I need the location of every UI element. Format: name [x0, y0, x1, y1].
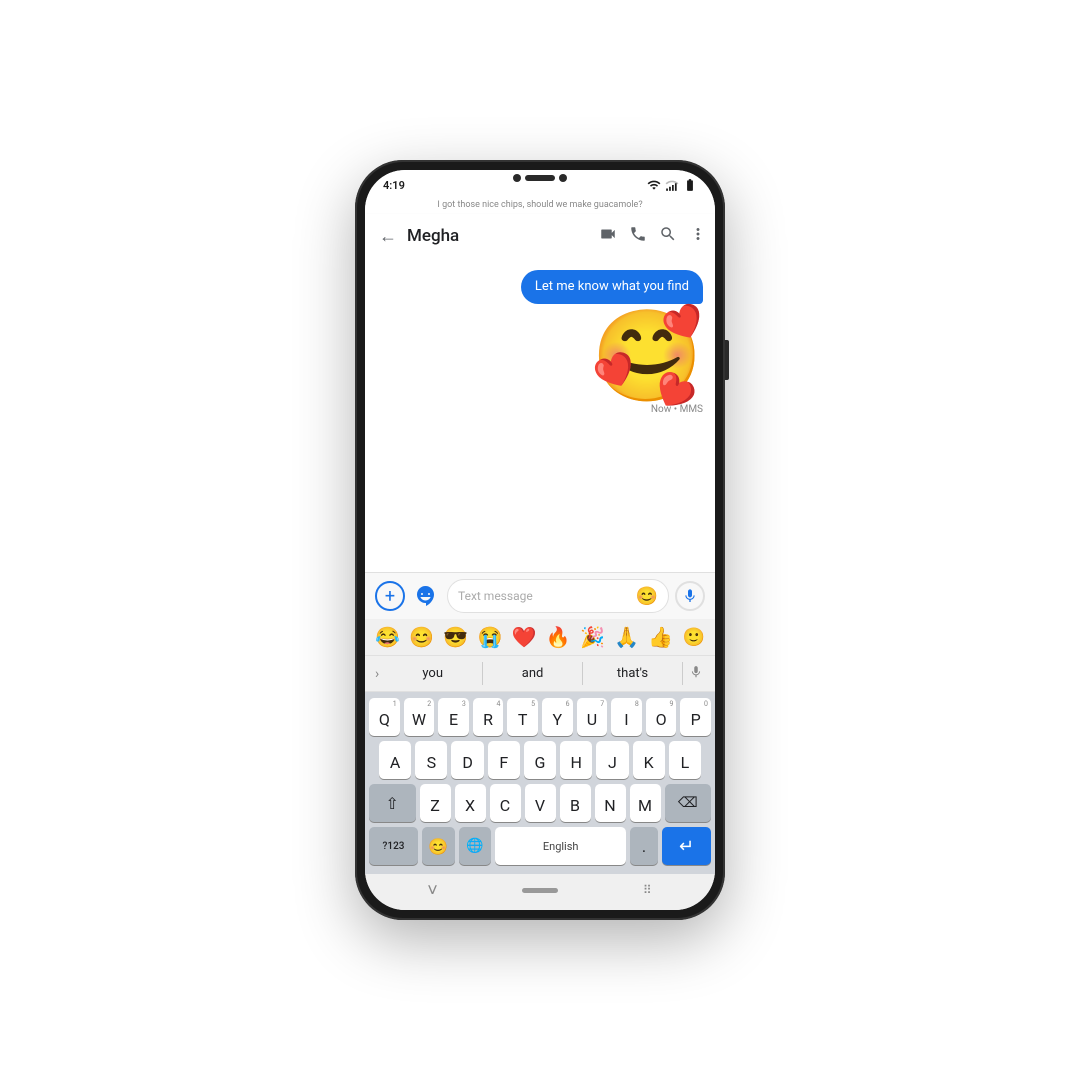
key-y[interactable]: 6Y — [542, 698, 573, 736]
key-o[interactable]: 9O — [646, 698, 677, 736]
status-time: 4:19 — [383, 179, 405, 192]
message-input-area: + Text message 😊 — [365, 572, 715, 619]
nav-overview[interactable]: ⠿ — [643, 883, 653, 897]
key-i[interactable]: 8I — [611, 698, 642, 736]
key-d[interactable]: D — [451, 741, 483, 779]
keyboard-row-3: ⇧ Z X C V B N M ⌫ — [369, 784, 711, 822]
key-x[interactable]: X — [455, 784, 486, 822]
suggestion-thats[interactable]: that's — [583, 662, 683, 685]
key-a[interactable]: A — [379, 741, 411, 779]
message-bubble-text: Let me know what you find — [521, 270, 703, 304]
emoji-sunglasses[interactable]: 😎 — [443, 625, 468, 649]
messages-area: Let me know what you find 🥰 Now • MMS — [365, 258, 715, 572]
emoji-picker-icon[interactable]: 🙂 — [683, 627, 705, 648]
enter-key[interactable]: ↵ — [662, 827, 711, 865]
mic-button[interactable] — [675, 581, 705, 611]
search-icon[interactable] — [659, 225, 677, 247]
key-m[interactable]: M — [630, 784, 661, 822]
message-input-placeholder: Text message — [458, 589, 632, 603]
key-b[interactable]: B — [560, 784, 591, 822]
message-meta: Now • MMS — [651, 404, 703, 415]
phone-icon[interactable] — [629, 225, 647, 247]
key-w[interactable]: 2W — [404, 698, 435, 736]
emoji-quick-bar: 😂 😊 😎 😭 ❤️ 🔥 🎉 🙏 👍 🙂 — [365, 619, 715, 656]
suggestion-you[interactable]: you — [383, 662, 483, 685]
add-attachment-button[interactable]: + — [375, 581, 405, 611]
key-q[interactable]: 1Q — [369, 698, 400, 736]
suggestions-bar: › you and that's — [365, 656, 715, 692]
keyboard-row-2: A S D F G H J K L — [369, 741, 711, 779]
emoji-heart[interactable]: ❤️ — [512, 625, 537, 649]
mic-icon — [682, 588, 698, 604]
speaker-bar — [525, 175, 555, 181]
camera-dot — [513, 174, 521, 182]
key-h[interactable]: H — [560, 741, 592, 779]
key-g[interactable]: G — [524, 741, 556, 779]
key-c[interactable]: C — [490, 784, 521, 822]
video-call-icon[interactable] — [599, 225, 617, 247]
prev-message-hint: I got those nice chips, should we make g… — [365, 198, 715, 214]
key-l[interactable]: L — [669, 741, 701, 779]
key-t[interactable]: 5T — [507, 698, 538, 736]
camera-area — [513, 174, 567, 182]
volume-button — [725, 340, 729, 380]
key-f[interactable]: F — [488, 741, 520, 779]
key-z[interactable]: Z — [420, 784, 451, 822]
phone-screen: 4:19 I — [365, 170, 715, 910]
nav-home-pill[interactable] — [522, 888, 558, 893]
suggestion-and[interactable]: and — [483, 662, 583, 685]
sticker-icon — [414, 584, 438, 608]
wifi-icon — [647, 178, 661, 192]
backspace-key[interactable]: ⌫ — [665, 784, 712, 822]
suggestion-mic-icon[interactable] — [683, 662, 709, 685]
emoji-pray[interactable]: 🙏 — [614, 625, 639, 649]
phone-device: 4:19 I — [355, 160, 725, 920]
plus-icon: + — [385, 586, 395, 607]
key-n[interactable]: N — [595, 784, 626, 822]
sticker-button[interactable] — [411, 581, 441, 611]
camera-dot-2 — [559, 174, 567, 182]
emoji-keyboard-key[interactable]: 😊 — [422, 827, 455, 865]
signal-icon — [665, 178, 679, 192]
nav-chevron[interactable]: ˅ — [427, 880, 438, 901]
symbols-key[interactable]: ?123 — [369, 827, 418, 865]
shift-key[interactable]: ⇧ — [369, 784, 416, 822]
battery-icon — [683, 178, 697, 192]
emoji-laughing[interactable]: 😂 — [375, 625, 400, 649]
key-u[interactable]: 7U — [577, 698, 608, 736]
key-k[interactable]: K — [633, 741, 665, 779]
key-r[interactable]: 4R — [473, 698, 504, 736]
keyboard: 1Q 2W 3E 4R 5T 6Y 7U 8I 9O 0P A S D F G … — [365, 692, 715, 874]
key-j[interactable]: J — [596, 741, 628, 779]
key-s[interactable]: S — [415, 741, 447, 779]
contact-name: Megha — [407, 226, 599, 246]
key-e[interactable]: 3E — [438, 698, 469, 736]
keyboard-row-1: 1Q 2W 3E 4R 5T 6Y 7U 8I 9O 0P — [369, 698, 711, 736]
emoji-message: 🥰 Now • MMS — [591, 312, 703, 415]
big-emoji: 🥰 — [591, 312, 703, 402]
emoji-button[interactable]: 😊 — [636, 586, 658, 607]
more-icon[interactable] — [689, 225, 707, 247]
message-input-field[interactable]: Text message 😊 — [447, 579, 669, 613]
status-icons — [647, 178, 697, 192]
emoji-party[interactable]: 🎉 — [580, 625, 605, 649]
back-button[interactable]: ← — [373, 222, 403, 251]
emoji-smile[interactable]: 😊 — [409, 625, 434, 649]
period-key[interactable]: . — [630, 827, 658, 865]
space-key[interactable]: English — [495, 827, 626, 865]
language-key[interactable]: 🌐 — [459, 827, 492, 865]
key-p[interactable]: 0P — [680, 698, 711, 736]
app-bar: ← Megha — [365, 214, 715, 258]
app-bar-actions — [599, 225, 707, 247]
emoji-thumbsup[interactable]: 👍 — [648, 625, 673, 649]
key-v[interactable]: V — [525, 784, 556, 822]
bottom-navigation-bar: ˅ ⠿ — [365, 874, 715, 910]
keyboard-row-4: ?123 😊 🌐 English . ↵ — [369, 827, 711, 865]
emoji-crying[interactable]: 😭 — [478, 625, 503, 649]
expand-suggestions-button[interactable]: › — [371, 664, 383, 684]
emoji-fire[interactable]: 🔥 — [546, 625, 571, 649]
